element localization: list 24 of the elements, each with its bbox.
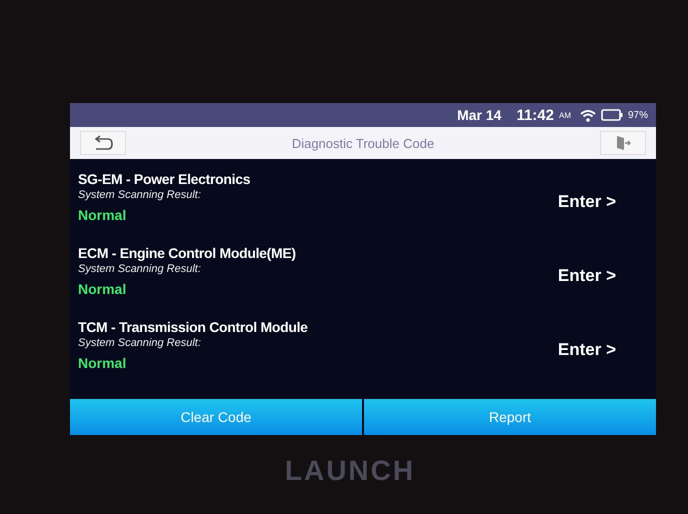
result-label: System Scanning Result: [78,189,202,201]
result-status: Normal [78,281,128,297]
enter-button[interactable]: Enter > [558,340,616,360]
status-time: 11:42 [516,106,554,124]
enter-button[interactable]: Enter > [558,192,616,212]
back-arrow-icon [92,135,114,151]
status-date: Mar 14 [457,107,502,123]
result-status: Normal [78,355,128,371]
system-name: TCM - Transmission Control Module [78,319,308,335]
result-label: System Scanning Result: [78,337,202,349]
battery-percent: 97% [628,110,648,120]
status-ampm: AM [558,110,571,120]
exit-button[interactable] [600,131,646,155]
exit-door-icon [614,135,631,151]
wifi-icon [580,108,596,122]
battery-icon [600,109,623,121]
back-button[interactable] [80,131,126,155]
result-status: Normal [78,207,128,223]
enter-button[interactable]: Enter > [558,266,616,286]
system-name: ECM - Engine Control Module(ME) [78,245,296,261]
result-label: System Scanning Result: [78,263,202,275]
brand-logo: LAUNCH [284,455,416,487]
page-title: Diagnostic Trouble Code [292,136,434,150]
system-name: SG-EM - Power Electronics [78,171,250,187]
